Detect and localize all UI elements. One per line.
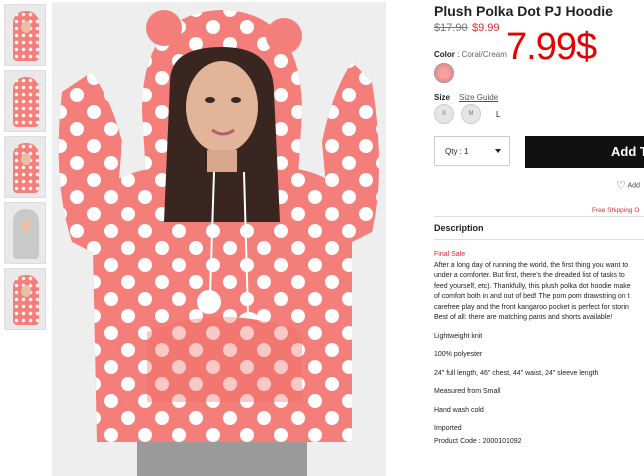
- description-line: feed yourself, etc). Thankfully, this pl…: [434, 282, 631, 290]
- size-option-m[interactable]: M: [461, 104, 481, 124]
- original-price: $17.90: [434, 22, 468, 34]
- thumbnail-4[interactable]: [4, 202, 46, 264]
- overlay-price: 7.99$: [506, 26, 597, 68]
- detail-item: 100% polyester: [434, 351, 483, 358]
- detail-item: Hand wash cold: [434, 406, 484, 414]
- wishlist-label: Add: [627, 182, 640, 190]
- thumbnail-1[interactable]: [4, 4, 46, 66]
- description-line: under a comforter. But first, there's th…: [434, 272, 625, 279]
- description-line: Best of all: there are matching pants an…: [434, 314, 613, 321]
- color-row: Color : Coral/Cream: [434, 50, 507, 59]
- detail-item: Lightweight knit: [434, 332, 483, 340]
- add-to-cart-label: Add T: [611, 144, 644, 159]
- description-line: of comfort both in and out of bed! The p…: [434, 293, 630, 300]
- divider: [434, 216, 644, 217]
- size-guide-link[interactable]: Size Guide: [459, 93, 498, 102]
- thumbnail-list: [4, 4, 48, 334]
- product-main-image: [52, 2, 386, 476]
- size-option-s[interactable]: S: [434, 104, 454, 124]
- detail-item: Measured from Small: [434, 388, 501, 395]
- free-shipping-notice: Free Shipping O: [592, 207, 640, 214]
- description-line: carefree play and the front kangaroo poc…: [434, 303, 629, 311]
- quantity-label: Qty : 1: [445, 147, 469, 156]
- color-label: Color: [434, 50, 455, 59]
- description-line: After a long day of running the world, t…: [434, 261, 629, 269]
- hoodie-illustration: [52, 2, 386, 476]
- color-swatch-coral[interactable]: [434, 63, 454, 83]
- heart-icon: ♡: [616, 180, 626, 192]
- color-value: Coral/Cream: [461, 50, 507, 59]
- chevron-down-icon: [495, 149, 501, 153]
- description-body: Final Sale After a long day of running t…: [434, 250, 644, 447]
- add-to-cart-button[interactable]: Add T: [525, 136, 644, 168]
- product-title: Plush Polka Dot PJ Hoodie: [434, 3, 613, 19]
- product-code: Product Code : 2000101092: [434, 437, 522, 445]
- final-sale-label: Final Sale: [434, 251, 466, 258]
- description-heading: Description: [434, 223, 484, 233]
- size-option-l[interactable]: L: [496, 110, 500, 119]
- wishlist-link[interactable]: ♡ Add: [616, 179, 640, 192]
- detail-item: 24" full length, 46" chest, 44" waist, 2…: [434, 369, 599, 377]
- thumbnail-3[interactable]: [4, 136, 46, 198]
- sale-price: $9.99: [472, 22, 500, 34]
- product-info-panel: Plush Polka Dot PJ Hoodie $17.90 $9.99 7…: [434, 0, 644, 476]
- quantity-select[interactable]: Qty : 1: [434, 136, 510, 166]
- thumbnail-2[interactable]: [4, 70, 46, 132]
- divider: [434, 239, 644, 240]
- thumbnail-5[interactable]: [4, 268, 46, 330]
- detail-item: Imported: [434, 425, 462, 432]
- size-label: Size: [434, 93, 451, 102]
